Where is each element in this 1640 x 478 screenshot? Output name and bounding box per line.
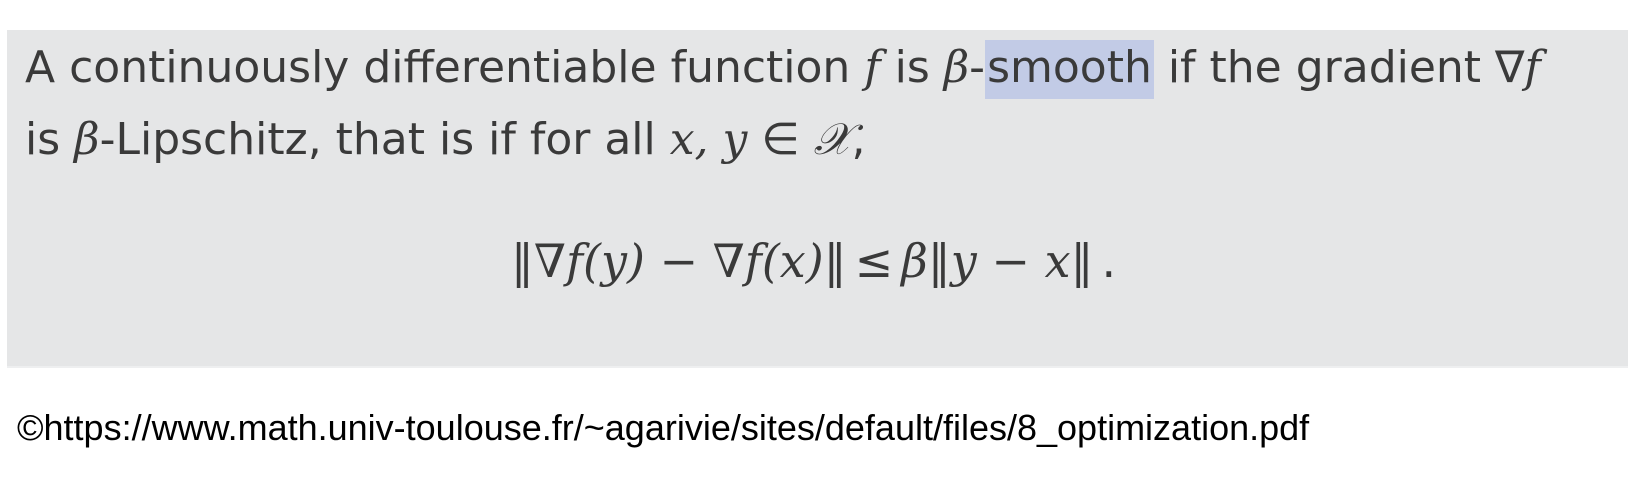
definition-line-1: A continuously differentiable function f… (25, 40, 1541, 99)
definition-block: A continuously differentiable function f… (7, 30, 1628, 368)
comma: , (851, 114, 866, 165)
definition-line-2: is β-Lipschitz, that is if for all x, y … (25, 118, 866, 162)
nabla-symbol: ∇ (1495, 42, 1525, 93)
definition-text: is (25, 114, 75, 165)
beta-symbol: β (74, 114, 100, 165)
equation-rhs: β‖y − x‖ (901, 234, 1094, 288)
variables: x, y (669, 114, 748, 165)
function-symbol: f (1524, 42, 1541, 93)
domain-set-symbol: 𝒳 (813, 114, 852, 165)
definition-text: if the gradient (1153, 42, 1496, 93)
lipschitz-equation: ‖∇f(y) − ∇f(x)‖ ≤ β‖y − x‖. (7, 238, 1628, 284)
equation-lhs: ‖∇f(y) − ∇f(x)‖ (510, 234, 847, 288)
definition-text: is (880, 42, 944, 93)
hyphen: - (969, 42, 986, 93)
definition-text: A continuously differentiable function (25, 42, 865, 93)
element-of-symbol: ∈ (747, 114, 814, 165)
equation-period: . (1101, 234, 1117, 288)
function-symbol: f (864, 42, 881, 93)
selected-text-smooth[interactable]: smooth (985, 40, 1154, 99)
less-equal-symbol: ≤ (854, 234, 894, 288)
definition-text: -Lipschitz, that is if for all (99, 114, 670, 165)
source-credit: ©https://www.math.univ-toulouse.fr/~agar… (17, 407, 1310, 448)
beta-symbol: β (943, 42, 970, 93)
